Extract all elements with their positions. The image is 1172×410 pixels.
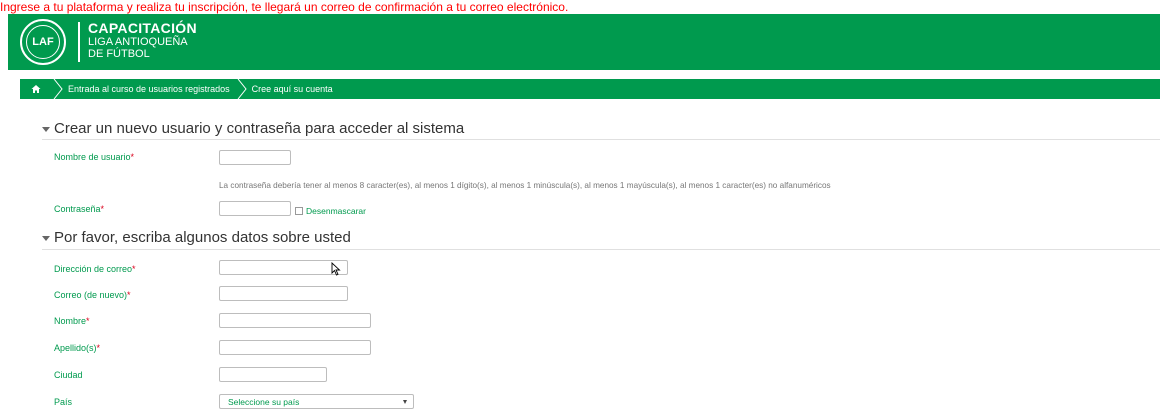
home-icon (31, 85, 41, 93)
city-label: Ciudad (54, 370, 83, 380)
mouse-cursor-icon (331, 262, 341, 276)
site-header: LAF CAPACITACIÓN LIGA ANTIOQUEÑA DE FÚTB… (8, 14, 1160, 70)
brand-subtitle-line2: DE FÚTBOL (88, 48, 150, 60)
brand-title: CAPACITACIÓN (88, 20, 197, 36)
collapse-caret-icon (42, 236, 50, 241)
username-label: Nombre de usuario* (54, 152, 135, 162)
country-select-value: Seleccione su país (228, 396, 300, 407)
lastname-label: Apellido(s)* (54, 343, 101, 353)
lastname-input[interactable] (219, 340, 371, 355)
breadcrumb-item-course-entry[interactable]: Entrada al curso de usuarios registrados (64, 84, 236, 94)
city-input[interactable] (219, 367, 327, 382)
country-label: País (54, 397, 73, 407)
email-label: Dirección de correo* (54, 264, 136, 274)
breadcrumb-separator-icon (237, 79, 247, 99)
password-policy-hint: La contraseña debería tener al menos 8 c… (219, 181, 831, 190)
brand-text: CAPACITACIÓN LIGA ANTIOQUEÑA DE FÚTBOL (88, 20, 197, 61)
email-again-input[interactable] (219, 286, 348, 301)
country-select[interactable]: Seleccione su país (219, 394, 414, 409)
username-input[interactable] (219, 150, 291, 165)
section-divider (42, 139, 1160, 140)
header-divider (78, 22, 80, 62)
section-header-new-user[interactable]: Crear un nuevo usuario y contraseña para… (42, 120, 464, 137)
unmask-checkbox[interactable] (295, 207, 303, 215)
email-input[interactable] (219, 260, 348, 275)
section-header-personal-data[interactable]: Por favor, escriba algunos datos sobre u… (42, 229, 351, 246)
brand-subtitle-line1: LIGA ANTIOQUEÑA (88, 36, 188, 48)
password-input[interactable] (219, 201, 291, 216)
instruction-note: Ingrese a tu plataforma y realiza tu ins… (0, 0, 569, 14)
unmask-toggle[interactable]: Desenmascarar (295, 206, 366, 216)
chevron-down-icon (403, 400, 407, 404)
league-logo[interactable]: LAF (20, 19, 66, 65)
breadcrumb-home[interactable] (20, 79, 52, 99)
section-divider (42, 249, 1160, 250)
breadcrumb-separator-icon (53, 79, 63, 99)
collapse-caret-icon (42, 127, 50, 132)
unmask-label: Desenmascarar (306, 206, 366, 216)
section-title-new-user: Crear un nuevo usuario y contraseña para… (54, 120, 465, 137)
firstname-label: Nombre* (54, 316, 90, 326)
logo-emblem: LAF (26, 25, 60, 59)
breadcrumb-item-create-account[interactable]: Cree aquí su cuenta (248, 84, 339, 94)
firstname-input[interactable] (219, 313, 371, 328)
breadcrumb: Entrada al curso de usuarios registrados… (20, 79, 1160, 99)
section-title-personal-data: Por favor, escriba algunos datos sobre u… (54, 229, 351, 246)
email-again-label: Correo (de nuevo)* (54, 290, 131, 300)
password-label: Contraseña* (54, 204, 105, 214)
